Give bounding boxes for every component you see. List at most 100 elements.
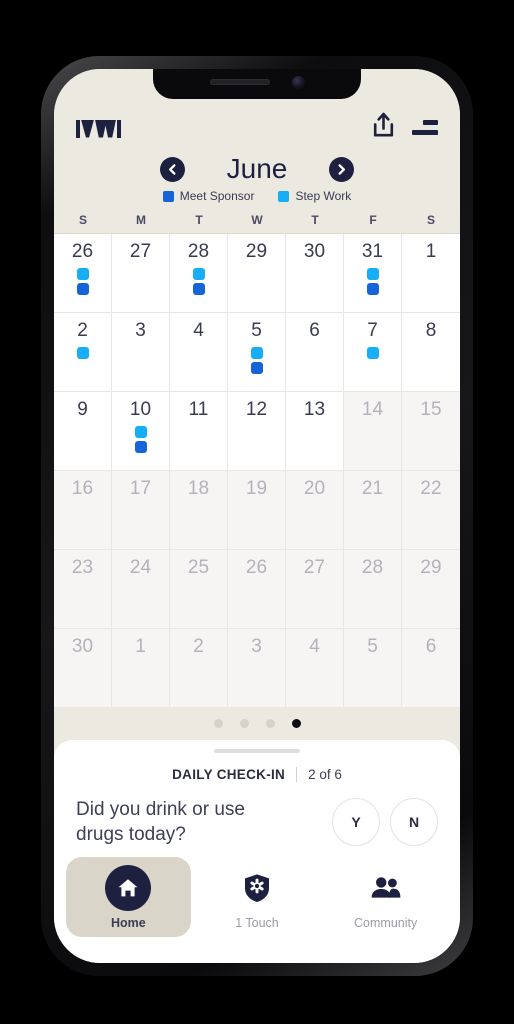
carousel-dot[interactable]	[265, 718, 275, 728]
bottom-navigation: Home 1 Touch Community	[54, 847, 460, 963]
day-marker-dot	[134, 440, 147, 453]
calendar-day-cell[interactable]: 18	[170, 470, 228, 550]
day-marker-dot	[192, 283, 205, 295]
calendar-day-number: 18	[187, 477, 210, 499]
calendar-day-cell[interactable]: 30	[286, 234, 344, 313]
answer-yes-button[interactable]: Y	[332, 797, 380, 846]
calendar-grid[interactable]: 26 27 28 29 30 31 1 2 3 4 5 6 7 8 9 10 11 12 13 14 15 16 17 18 1…	[54, 233, 460, 708]
calendar-day-cell[interactable]: 27	[112, 234, 170, 313]
calendar-day-cell[interactable]: 7	[344, 312, 402, 392]
calendar-day-cell[interactable]: 27	[286, 549, 344, 629]
calendar-day-cell[interactable]: 26	[228, 549, 286, 629]
calendar-day-number: 4	[309, 635, 320, 657]
nav-item-label: Home	[110, 916, 146, 930]
day-markers	[192, 268, 205, 295]
home-icon	[105, 865, 152, 911]
carousel-dot[interactable]	[213, 718, 223, 728]
calendar-day-cell[interactable]: 28	[344, 549, 402, 629]
calendar-day-number: 1	[425, 241, 437, 262]
calendar-day-cell[interactable]: 28	[170, 234, 228, 313]
calendar-day-number: 21	[361, 477, 384, 499]
calendar-day-cell[interactable]: 21	[344, 470, 402, 550]
calendar-day-cell[interactable]: 22	[402, 470, 460, 550]
calendar-day-number: 22	[420, 477, 442, 499]
header-actions	[372, 112, 438, 143]
calendar-day-number: 30	[303, 241, 326, 262]
share-upload-icon[interactable]	[372, 112, 395, 143]
calendar-day-cell[interactable]: 4	[170, 312, 228, 392]
calendar-day-cell[interactable]: 13	[286, 391, 344, 471]
calendar-day-cell[interactable]: 30	[54, 628, 112, 708]
weekday-cell: T	[311, 213, 319, 227]
calendar-day-cell[interactable]: 6	[402, 628, 460, 708]
nav-item-community[interactable]: Community	[323, 857, 448, 937]
calendar-day-cell[interactable]: 29	[402, 549, 460, 629]
calendar-day-number: 27	[303, 556, 326, 578]
people-group-icon	[363, 865, 409, 911]
phone-screen: June Meet Sponsor Step Work SMTWTFS 26 27 2…	[54, 69, 460, 963]
calendar-day-cell[interactable]: 31	[344, 234, 402, 313]
calendar-day-number: 4	[193, 319, 204, 341]
checkin-body: Did you drink or use drugs today? YN	[54, 797, 460, 847]
calendar-day-cell[interactable]: 24	[112, 549, 170, 629]
calendar-day-cell[interactable]: 3	[228, 628, 286, 708]
day-marker-dot	[192, 268, 205, 280]
nav-item-label: Community	[354, 916, 418, 930]
legend-item: Meet Sponsor	[162, 189, 254, 203]
calendar-day-cell[interactable]: 23	[54, 549, 112, 629]
calendar-day-cell[interactable]: 10	[112, 391, 170, 471]
calendar-day-number: 10	[129, 398, 152, 420]
hamburger-menu-icon[interactable]	[412, 120, 438, 135]
calendar-day-cell[interactable]: 15	[402, 391, 460, 471]
carousel-pagination	[54, 707, 460, 740]
checkin-progress: 2 of 6	[308, 766, 342, 782]
next-month-button[interactable]	[329, 156, 354, 182]
calendar-day-cell[interactable]: 1	[112, 628, 170, 708]
nav-item-1-touch[interactable]: 1 Touch	[194, 857, 319, 937]
calendar-day-cell[interactable]: 19	[228, 470, 286, 550]
calendar-day-cell[interactable]: 1	[402, 234, 460, 313]
carousel-dot[interactable]	[239, 718, 249, 728]
checkin-header: DAILY CHECK-IN 2 of 6	[54, 766, 460, 782]
calendar-day-cell[interactable]: 5	[344, 628, 402, 708]
calendar-day-cell[interactable]: 9	[54, 391, 112, 471]
calendar-day-cell[interactable]: 20	[286, 470, 344, 550]
checkin-title: DAILY CHECK-IN	[172, 766, 286, 782]
calendar-day-cell[interactable]: 11	[170, 391, 228, 471]
shield-medical-icon	[234, 865, 280, 911]
nav-item-home[interactable]: Home	[65, 857, 191, 937]
prev-month-button[interactable]	[160, 156, 185, 182]
day-marker-dot	[134, 425, 147, 438]
calendar-day-cell[interactable]: 3	[112, 312, 170, 392]
calendar-day-cell[interactable]: 2	[170, 628, 228, 708]
calendar-day-cell[interactable]: 17	[112, 470, 170, 550]
weekday-cell: T	[195, 213, 203, 227]
calendar-day-number: 5	[367, 635, 378, 657]
calendar-day-cell[interactable]: 12	[228, 391, 286, 471]
month-label: June	[226, 153, 288, 184]
calendar-day-number: 15	[420, 398, 442, 420]
calendar-day-number: 9	[77, 398, 88, 420]
legend-label: Step Work	[295, 189, 352, 203]
calendar-day-cell[interactable]: 14	[344, 391, 402, 471]
front-camera-icon	[291, 75, 305, 89]
calendar-day-cell[interactable]: 29	[228, 234, 286, 313]
sheet-drag-handle[interactable]	[214, 748, 300, 753]
calendar-day-number: 26	[245, 556, 268, 578]
carousel-dot[interactable]	[291, 718, 301, 728]
calendar-day-cell[interactable]: 4	[286, 628, 344, 708]
month-navigation: June	[54, 147, 460, 187]
calendar-day-cell[interactable]: 16	[54, 470, 112, 550]
answer-no-button[interactable]: N	[390, 797, 438, 846]
day-marker-dot	[76, 268, 89, 280]
calendar-day-cell[interactable]: 25	[170, 549, 228, 629]
daily-checkin-sheet: DAILY CHECK-IN 2 of 6 Did you drink or u…	[54, 739, 460, 847]
calendar-day-cell[interactable]: 26	[54, 234, 112, 313]
calendar-day-cell[interactable]: 8	[402, 312, 460, 392]
brand-logo	[76, 118, 121, 138]
calendar-day-number: 28	[187, 241, 210, 262]
calendar-day-cell[interactable]: 5	[228, 312, 286, 392]
speaker-grille-icon	[209, 79, 270, 85]
calendar-day-cell[interactable]: 2	[54, 312, 112, 392]
calendar-day-cell[interactable]: 6	[286, 312, 344, 392]
